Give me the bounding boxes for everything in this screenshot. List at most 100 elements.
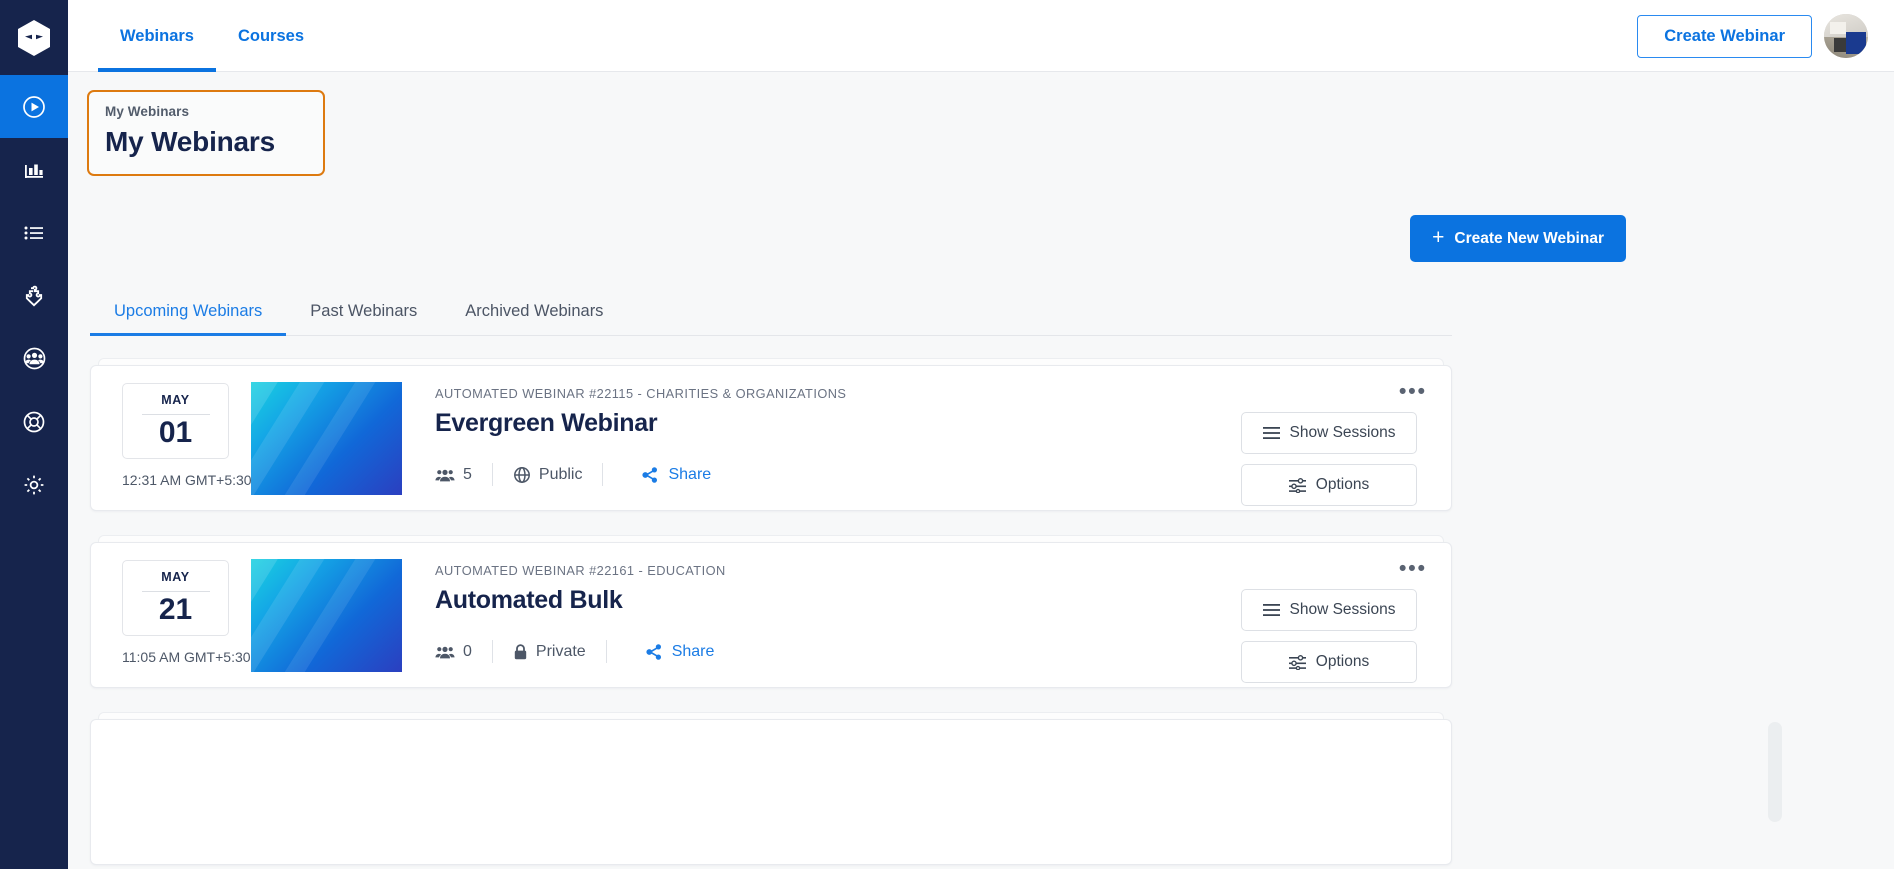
webinar-info: AUTOMATED WEBINAR #22115 - CHARITIES & O… (402, 366, 1241, 510)
share-button[interactable]: Share (641, 466, 711, 484)
tab-courses[interactable]: Courses (216, 0, 326, 72)
date-divider (141, 591, 210, 592)
webinar-title[interactable]: Automated Bulk (435, 586, 1241, 615)
page-header-highlight: My Webinars My Webinars (87, 90, 325, 176)
avatar-photo-object (1834, 38, 1846, 52)
tab-webinars[interactable]: Webinars (98, 0, 216, 72)
webinar-card[interactable] (90, 719, 1452, 865)
list-lines-icon (1262, 426, 1280, 440)
sidebar-item-webinars[interactable] (0, 75, 68, 138)
webinar-thumbnail[interactable] (251, 382, 402, 495)
webinar-card[interactable]: MAY 21 11:05 AM GMT+5:30 AUTOMATED WEBIN… (90, 542, 1452, 688)
top-nav: Webinars Courses (68, 0, 326, 72)
tab-upcoming-webinars[interactable]: Upcoming Webinars (90, 289, 287, 336)
page-title: My Webinars (105, 126, 275, 157)
show-sessions-button[interactable]: Show Sessions (1241, 412, 1417, 454)
share-button[interactable]: Share (645, 643, 714, 661)
share-nodes-icon (641, 466, 659, 484)
date-month: MAY (161, 570, 190, 584)
avatar-photo-panel (1846, 32, 1866, 54)
avatar-photo-board (1830, 22, 1846, 34)
webinar-info: AUTOMATED WEBINAR #22161 - EDUCATION Aut… (402, 543, 1241, 687)
app-logo[interactable] (0, 0, 68, 75)
webinar-title[interactable]: Evergreen Webinar (435, 409, 1241, 438)
tab-upcoming-webinars-label: Upcoming Webinars (114, 302, 263, 320)
main-region: Webinars Courses Create Webinar My Webin… (68, 0, 1894, 869)
list-lines-icon (1262, 603, 1280, 617)
content-area: My Webinars My Webinars + Create New Web… (68, 72, 1894, 869)
card-overflow-menu-button[interactable]: ••• (1399, 381, 1427, 402)
sidebar-item-analytics[interactable] (0, 138, 68, 201)
date-month: MAY (161, 393, 190, 407)
webinar-meta: 5 Public Share (435, 463, 1241, 486)
play-circle-icon (23, 95, 45, 118)
options-label: Options (1315, 653, 1370, 670)
date-badge: MAY 21 (122, 560, 229, 636)
create-webinar-button[interactable]: Create Webinar (1637, 14, 1812, 58)
sidebar-item-contacts[interactable] (0, 327, 68, 390)
meta-divider (491, 463, 493, 486)
list-item (90, 712, 1452, 865)
show-sessions-label: Show Sessions (1289, 424, 1396, 441)
webinar-filter-tabs: Upcoming Webinars Past Webinars Archived… (90, 289, 1452, 336)
show-sessions-label: Show Sessions (1289, 601, 1396, 618)
webinar-category: AUTOMATED WEBINAR #22161 - EDUCATION (435, 563, 726, 578)
tab-archived-webinars-label: Archived Webinars (465, 302, 604, 320)
options-button[interactable]: Options (1241, 641, 1417, 683)
topbar-actions: Create Webinar (1637, 14, 1868, 58)
share-nodes-icon (645, 643, 663, 661)
create-new-webinar-button[interactable]: + Create New Webinar (1410, 215, 1626, 262)
create-new-webinar-label: Create New Webinar (1454, 229, 1604, 247)
sidebar-item-settings[interactable] (0, 453, 68, 516)
topbar: Webinars Courses Create Webinar (68, 0, 1894, 72)
users-group-icon (23, 347, 45, 370)
sidebar-item-integrations[interactable] (0, 264, 68, 327)
privacy-status-label: Private (535, 642, 586, 660)
date-day: 21 (158, 593, 193, 626)
lock-icon (513, 643, 528, 661)
breadcrumb: My Webinars (105, 104, 190, 119)
tab-past-webinars[interactable]: Past Webinars (286, 289, 441, 335)
attendee-count: 5 (435, 466, 472, 484)
tab-courses-label: Courses (237, 26, 304, 45)
sidebar (0, 0, 68, 869)
tab-archived-webinars[interactable]: Archived Webinars (441, 289, 627, 335)
tab-past-webinars-label: Past Webinars (310, 302, 418, 320)
tab-webinars-label: Webinars (120, 26, 194, 45)
create-new-row: + Create New Webinar (68, 215, 1894, 262)
attendee-count: 0 (435, 643, 472, 661)
sidebar-item-support[interactable] (0, 390, 68, 453)
card-stack-edge (98, 358, 1444, 365)
webinar-category: AUTOMATED WEBINAR #22115 - CHARITIES & O… (435, 386, 847, 401)
avatar[interactable] (1824, 14, 1868, 58)
options-label: Options (1315, 476, 1370, 493)
hexagon-mask-logo-icon (18, 19, 50, 56)
attendee-count-value: 0 (463, 642, 472, 660)
attendee-count-value: 5 (463, 465, 472, 483)
date-day: 01 (158, 416, 193, 449)
app-root: Webinars Courses Create Webinar My Webin… (0, 0, 1894, 869)
scrollbar-thumb[interactable] (1768, 722, 1782, 822)
globe-icon (513, 466, 531, 484)
share-label: Share (668, 465, 712, 483)
webinar-date-column: MAY 01 12:31 AM GMT+5:30 (91, 366, 252, 510)
webinar-meta: 0 Private Share (435, 640, 1241, 663)
gear-icon (24, 475, 44, 494)
date-badge: MAY 01 (122, 383, 229, 459)
list-item: MAY 01 12:31 AM GMT+5:30 AUTOMATED WEBIN… (90, 358, 1452, 511)
card-stack-edge (98, 535, 1444, 542)
show-sessions-button[interactable]: Show Sessions (1241, 589, 1417, 631)
options-button[interactable]: Options (1241, 464, 1417, 506)
meta-divider (605, 640, 607, 663)
meta-divider (491, 640, 493, 663)
card-overflow-menu-button[interactable]: ••• (1399, 558, 1427, 579)
webinar-thumbnail[interactable] (251, 559, 402, 672)
meta-divider (602, 463, 604, 486)
webinar-time: 12:31 AM GMT+5:30 (122, 472, 252, 488)
sliders-icon (1288, 654, 1306, 670)
lifebuoy-icon (23, 411, 45, 432)
users-group-icon (435, 644, 455, 660)
webinar-card[interactable]: MAY 01 12:31 AM GMT+5:30 AUTOMATED WEBIN… (90, 365, 1452, 511)
webinar-date-column: MAY 21 11:05 AM GMT+5:30 (91, 543, 251, 687)
sidebar-item-registrants[interactable] (0, 201, 68, 264)
